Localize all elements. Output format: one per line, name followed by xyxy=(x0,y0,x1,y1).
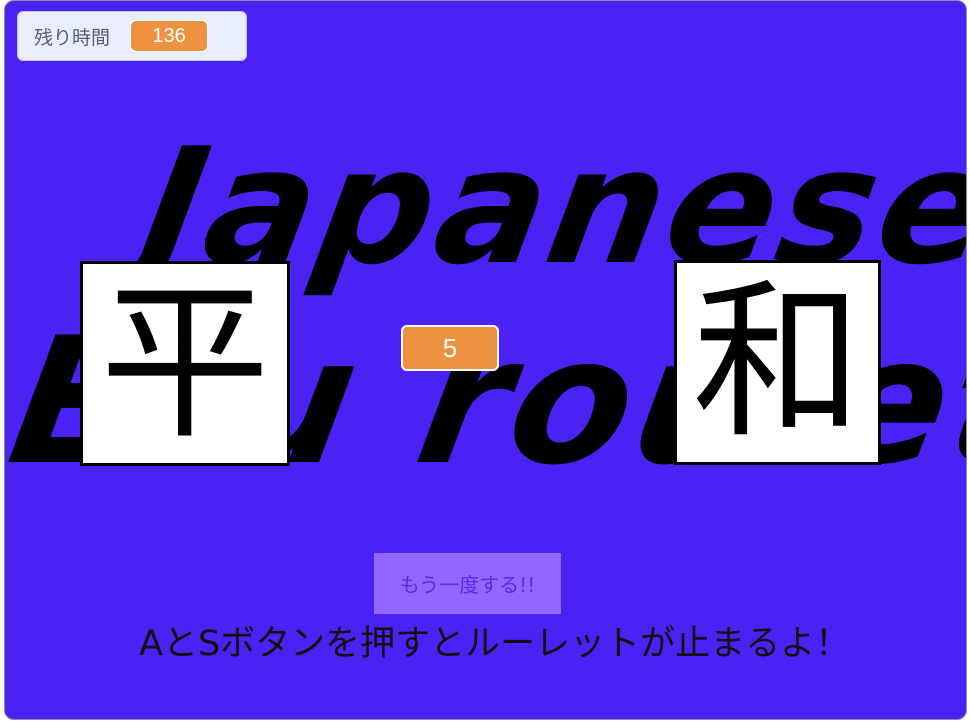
right-kanji-card: 和 xyxy=(674,260,881,465)
time-remaining-monitor: 残り時間 136 xyxy=(17,11,247,61)
left-kanji-card: 平 xyxy=(80,261,290,466)
time-remaining-label: 残り時間 xyxy=(34,26,111,49)
instruction-text: AとSボタンを押すとルーレットが止まるよ！ xyxy=(139,624,851,664)
time-remaining-value: 136 xyxy=(130,20,209,52)
retry-button[interactable]: もう一度する!! xyxy=(374,553,561,614)
game-stage[interactable]: Japanese Eru roulette 残り時間 136 平 和 5 もう一… xyxy=(4,0,967,720)
counter-value: 5 xyxy=(401,325,499,371)
